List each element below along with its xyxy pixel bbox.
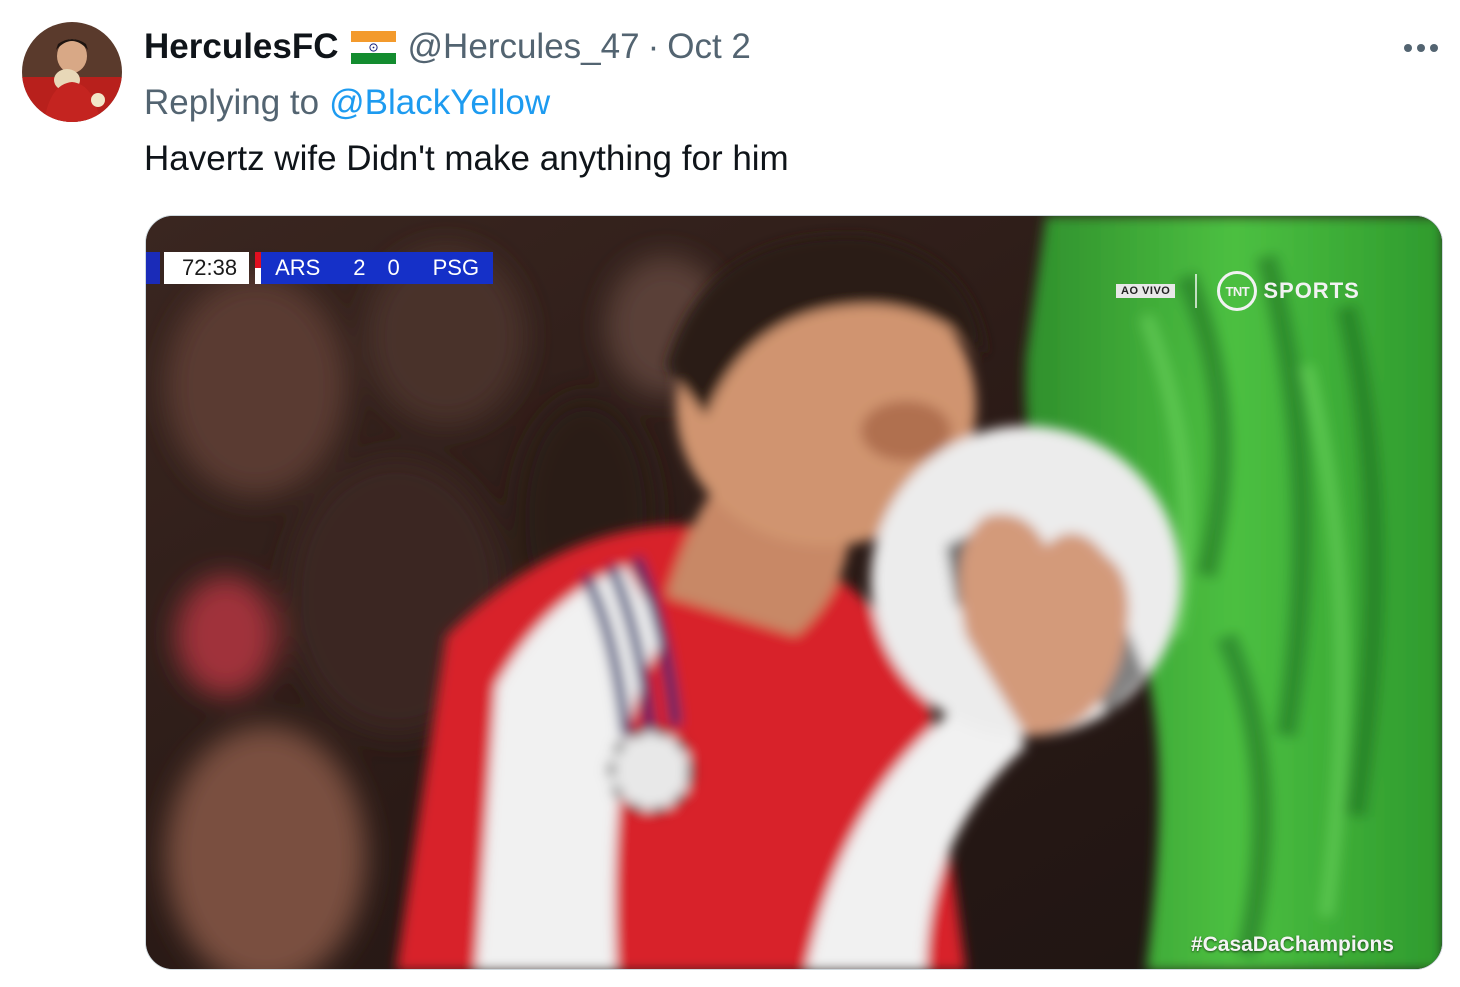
scoreboard-overlay: 72:38 ARS 2 0 PSG: [146, 252, 494, 284]
tweet-header: HerculesFC @Hercules_47 · Oct 2: [144, 24, 751, 70]
tweet-media-video[interactable]: 72:38 ARS 2 0 PSG AO VIVO TNT SPORTS #Ca…: [145, 215, 1443, 970]
home-team: ARS: [275, 255, 321, 280]
broadcast-hashtag: #CasaDaChampions: [1190, 933, 1394, 956]
scoreboard-teams: ARS 2 0 PSG: [261, 252, 494, 284]
author-display-name[interactable]: HerculesFC: [144, 27, 339, 67]
tweet-timestamp[interactable]: Oct 2: [667, 27, 751, 67]
reply-context: Replying to @BlackYellow: [144, 80, 550, 126]
away-team: PSG: [432, 255, 480, 280]
reply-prefix: Replying to: [144, 83, 320, 122]
score: 2 0: [353, 255, 400, 281]
author-handle[interactable]: @Hercules_47: [408, 27, 640, 67]
video-frame-image: [146, 216, 1442, 969]
more-icon: [1404, 44, 1438, 52]
author-avatar[interactable]: [22, 22, 122, 122]
tweet-text: Havertz wife Didn't make anything for hi…: [144, 139, 789, 178]
live-label: AO VIVO: [1116, 284, 1176, 298]
away-score: 0: [387, 255, 400, 280]
india-flag-icon: [350, 30, 396, 64]
avatar-icon: [22, 22, 122, 122]
ucl-icon: [146, 252, 160, 284]
header-separator: ·: [647, 27, 660, 66]
broadcast-divider: [1195, 274, 1198, 308]
tnt-logo-icon: TNT: [1217, 271, 1258, 311]
more-options-button[interactable]: [1398, 28, 1446, 66]
home-score: 2: [353, 255, 366, 280]
channel-label: SPORTS: [1263, 278, 1360, 303]
broadcaster-overlay: AO VIVO TNT SPORTS: [1116, 271, 1360, 311]
reply-mention-link[interactable]: @BlackYellow: [329, 83, 550, 123]
match-clock: 72:38: [164, 252, 250, 284]
